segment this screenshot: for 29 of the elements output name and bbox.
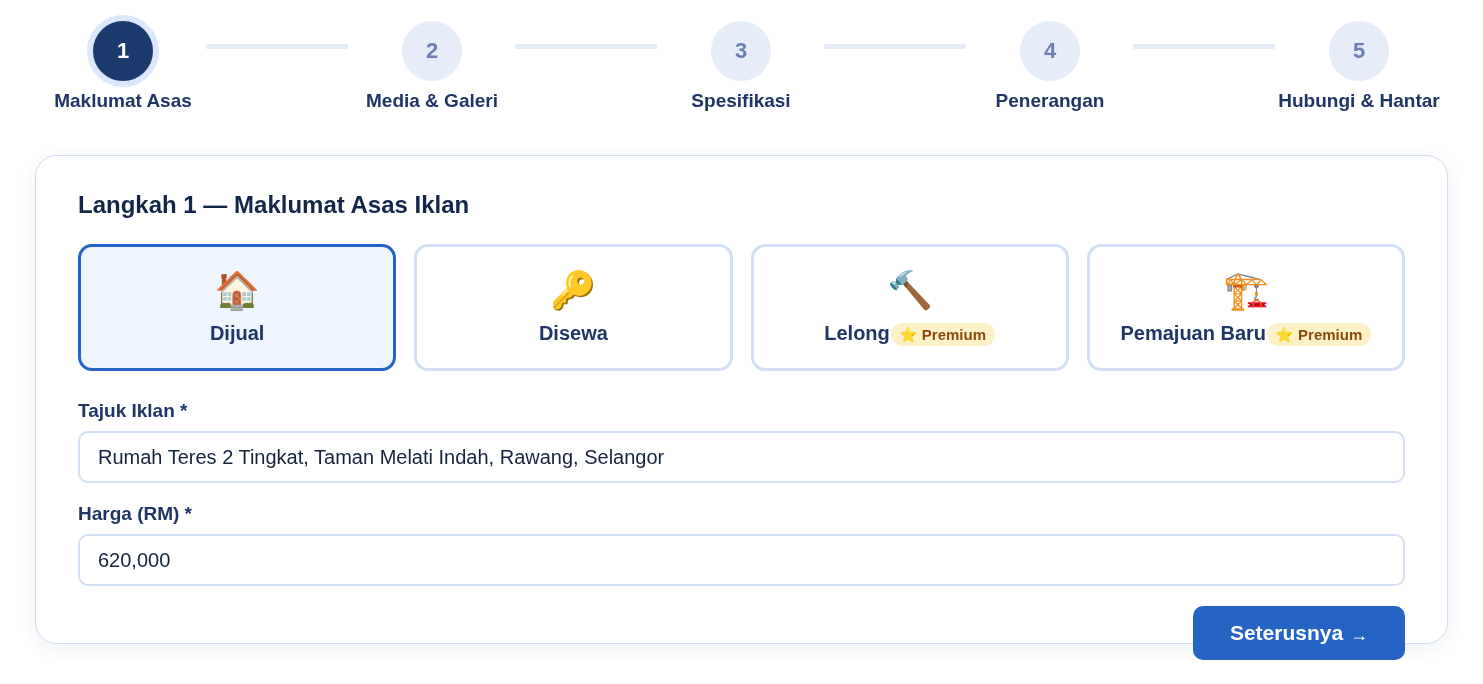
step-label: Hubungi & Hantar [1278, 89, 1440, 113]
crane-icon: 🏗 [1222, 269, 1269, 312]
field-label: Tajuk Iklan * [78, 400, 188, 422]
star-icon: ⭐ [1275, 324, 1295, 344]
step-label: Media & Galeri [366, 89, 498, 113]
listing-type-label: Pemajuan Baru [1120, 321, 1267, 345]
listing-type-label: Dijual [209, 321, 265, 345]
field-label: Harga (RM) * [78, 503, 192, 525]
listing-type-label: Lelong [824, 321, 890, 345]
listing-type-label: Disewa [538, 321, 608, 345]
listing-type-option[interactable]: 🏗 Pemajuan Baru ⭐ Premium [1086, 244, 1405, 371]
step-label: Spesifikasi [691, 89, 791, 113]
step-label: Maklumat Asas [54, 89, 192, 113]
star-icon: ⭐ [898, 324, 918, 344]
next-button[interactable]: Seterusnya → [1193, 606, 1405, 660]
form-title: Langkah 1 — Maklumat Asas Iklan [78, 191, 471, 219]
arrow-icon: → [1350, 624, 1369, 646]
listing-type-option[interactable]: 🔑 Disewa [414, 244, 733, 371]
badge-label: Premium [1298, 324, 1363, 344]
input-field[interactable]: Rumah Teres 2 Tingkat, Taman Melati Indah, Rawang, Selangor [78, 431, 1405, 483]
step-number[interactable]: 1 [87, 15, 159, 87]
badge-label: Premium [921, 324, 986, 344]
input-field[interactable]: 620,000 [78, 534, 1405, 586]
listing-type-option[interactable]: 🔨 Lelong ⭐ Premium [750, 244, 1069, 371]
house-icon: 🏠 [214, 270, 261, 312]
hammer-icon: 🔨 [886, 269, 933, 312]
listing-type-option[interactable]: 🏠 Dijual [78, 244, 397, 371]
step-label: Penerangan [995, 89, 1105, 113]
key-icon: 🔑 [550, 270, 597, 312]
